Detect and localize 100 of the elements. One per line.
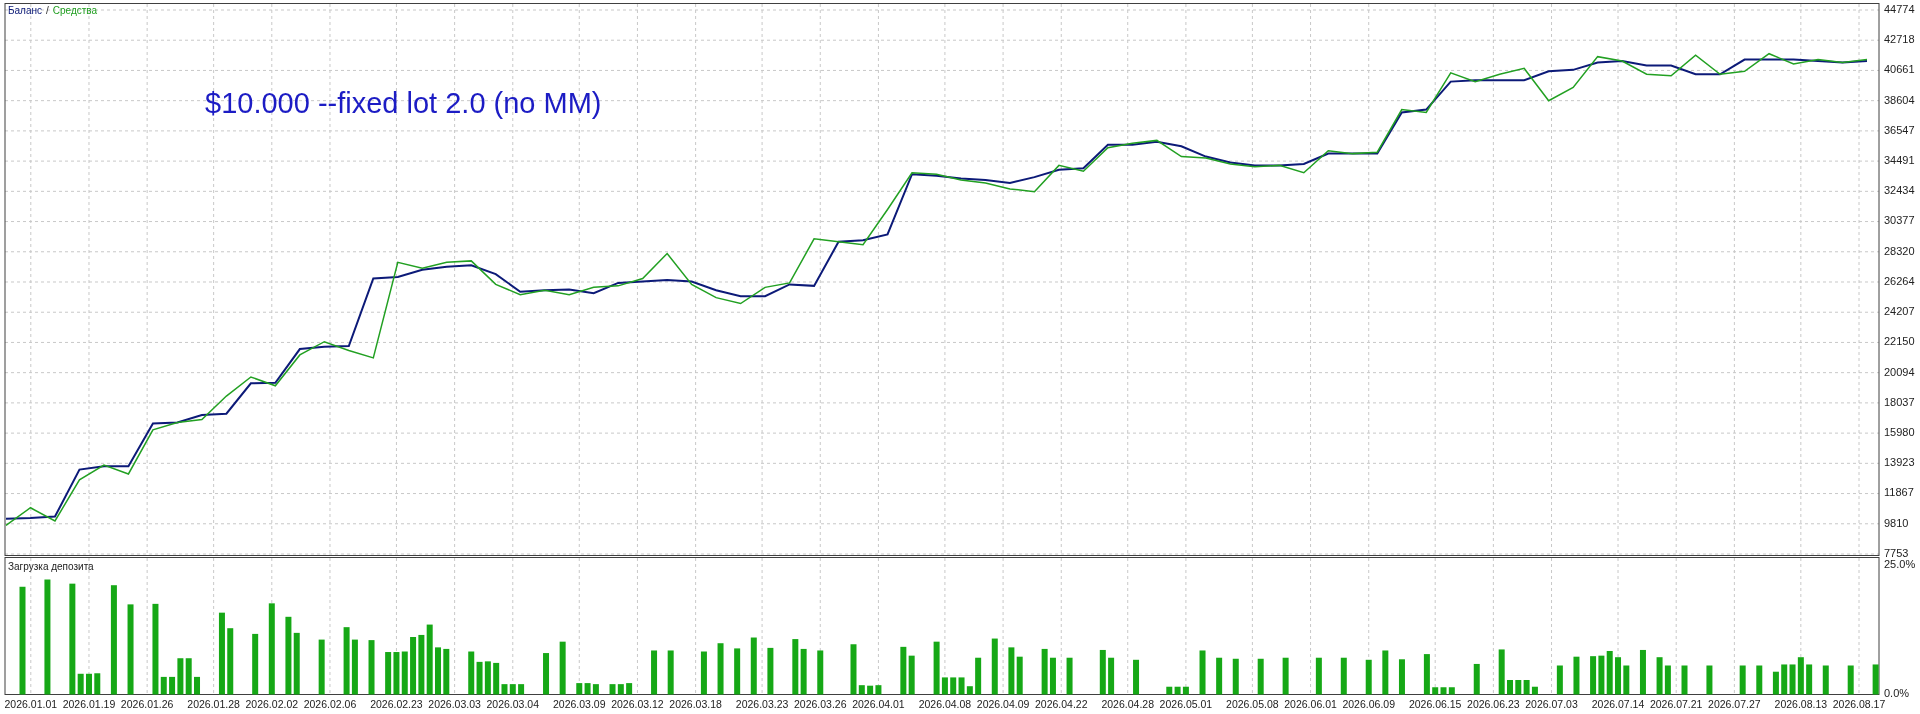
legend-label: Средства: [52, 6, 98, 16]
deposit-load-bar: [1199, 650, 1206, 695]
axis-tick-label: 30377: [1884, 214, 1915, 227]
deposit-load-bar: [1365, 659, 1372, 695]
axis-tick-label: 7753: [1884, 546, 1909, 557]
axis-tick-label: 32434: [1884, 184, 1915, 197]
date-tick-label: 2026.07.03: [1525, 698, 1578, 710]
date-tick-label: 2026.05.01: [1159, 698, 1213, 710]
date-tick-label: 2026.08.13: [1774, 698, 1828, 710]
deposit-load-bar: [559, 641, 566, 695]
deposit-load-bar: [991, 638, 998, 695]
date-tick-label: 2026.03.03: [428, 698, 481, 710]
deposit-load-bar: [543, 653, 550, 695]
legend-separator: /: [46, 6, 49, 16]
date-tick-label: 2026.01.01: [4, 698, 58, 710]
axis-tick-label: 25.0%: [1884, 557, 1916, 570]
deposit-load-bar: [1706, 665, 1713, 695]
deposit-load-bar: [1257, 658, 1264, 695]
axis-tick-label: 28320: [1884, 244, 1915, 257]
axis-tick-label: 38604: [1884, 93, 1915, 106]
deposit-load-bar: [700, 651, 707, 695]
date-tick-label: 2026.07.21: [1649, 698, 1703, 710]
axis-tick-label: 20094: [1884, 365, 1915, 378]
date-tick-label: 2026.05.08: [1226, 698, 1279, 710]
deposit-load-bar: [975, 657, 982, 695]
deposit-load-bar: [667, 650, 674, 695]
date-tick-label: 2026.03.18: [669, 698, 722, 710]
deposit-load-bar: [1872, 664, 1879, 695]
deposit-load-bar: [1108, 657, 1115, 695]
deposit-load-bar: [1340, 657, 1347, 695]
date-tick-label: 2026.06.23: [1467, 698, 1520, 710]
axis-tick-label: 0.0%: [1884, 687, 1910, 700]
deposit-load-bar: [368, 640, 375, 695]
deposit-load-bar: [1315, 657, 1322, 695]
date-tick-label: 2026.04.09: [976, 698, 1030, 710]
chart-annotation: $10.000 --fixed lot 2.0 (no MM): [205, 86, 602, 121]
date-tick-label: 2026.03.26: [794, 698, 847, 710]
deposit-load-bar: [518, 684, 525, 695]
date-tick-label: 2026.03.12: [611, 698, 664, 710]
date-tick-label: 2026.03.04: [486, 698, 540, 710]
deposit-load-bar: [1216, 657, 1223, 695]
date-tick-label: 2026.06.15: [1408, 698, 1462, 710]
deposit-load-bar: [1423, 654, 1430, 695]
deposit-load-bar: [227, 628, 234, 695]
chart-title: Загрузка депозита: [8, 562, 94, 572]
deposit-load-bar: [252, 633, 259, 695]
deposit-load-bar: [318, 639, 325, 695]
deposit-load-bar: [767, 647, 774, 695]
deposit-load-bar: [443, 648, 450, 695]
axis-tick-label: 44774: [1884, 2, 1915, 15]
deposit-load-bar: [1847, 665, 1854, 695]
deposit-load-bar: [1066, 657, 1073, 695]
deposit-load-bar: [435, 647, 441, 695]
deposit-load-bar: [1772, 671, 1779, 695]
axis-tick-label: 34491: [1884, 154, 1915, 166]
deposit-load-bar: [194, 676, 200, 695]
deposit-load-bar: [1739, 665, 1746, 695]
date-tick-label: 2026.03.09: [553, 698, 606, 710]
axis-tick-label: 42718: [1884, 33, 1915, 46]
deposit-load-bar: [1681, 665, 1688, 695]
deposit-load-bar: [1133, 659, 1140, 695]
date-tick-label: 2026.08.17: [1832, 698, 1886, 710]
deposit-load-bar: [1232, 658, 1239, 695]
date-tick-label: 2026.04.08: [918, 698, 972, 710]
deposit-load-bar: [1498, 649, 1505, 695]
axis-tick-label: 18037: [1884, 395, 1915, 408]
deposit-load-bar: [1398, 659, 1405, 695]
axis-tick-label: 15980: [1884, 426, 1915, 438]
date-tick-label: 2026.02.06: [303, 698, 357, 710]
deposit-load-bar: [1615, 657, 1621, 695]
axis-tick-label: 11867: [1884, 486, 1914, 499]
deposit-load-bar: [651, 650, 658, 695]
date-tick-label: 2026.04.22: [1034, 698, 1088, 710]
axis-tick-label: 26264: [1884, 274, 1915, 287]
deposit-load-bar: [750, 637, 757, 695]
date-tick-label: 2026.03.23: [735, 698, 789, 710]
deposit-load-bar: [1639, 649, 1646, 695]
axis-tick-label: 40661: [1884, 63, 1915, 76]
axis-tick-label: 13923: [1884, 456, 1915, 469]
date-tick-label: 2026.01.28: [187, 698, 240, 710]
deposit-load-bar: [817, 650, 824, 695]
date-tick-label: 2026.07.27: [1708, 698, 1761, 710]
deposit-load-bar: [94, 673, 101, 695]
deposit-load-bar: [1382, 650, 1389, 695]
deposit-load-bar: [1507, 680, 1513, 695]
axis-tick-label: 9810: [1884, 516, 1909, 529]
axis-tick-label: 36547: [1884, 123, 1915, 136]
deposit-load-bar: [1806, 664, 1813, 695]
date-tick-label: 2026.04.28: [1101, 698, 1154, 710]
deposit-load-bar: [1756, 665, 1763, 695]
deposit-load-bar: [86, 673, 92, 695]
date-tick-label: 2026.06.09: [1342, 698, 1395, 710]
date-tick-label: 2026.06.01: [1284, 698, 1337, 710]
date-tick-label: 2026.02.23: [370, 698, 423, 710]
legend-label: Баланс: [8, 6, 43, 16]
deposit-load-bar: [1473, 663, 1480, 695]
date-tick-label: 2026.01.19: [62, 698, 116, 710]
deposit-load-bar: [1556, 665, 1563, 695]
deposit-load-bar: [734, 648, 741, 695]
deposit-load-bar: [1282, 657, 1289, 695]
